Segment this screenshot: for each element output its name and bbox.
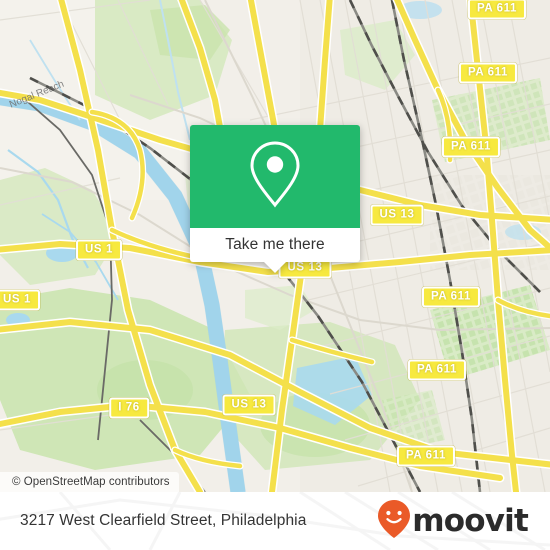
road-shield: US 1 <box>76 239 122 261</box>
road-shield: PA 611 <box>441 136 501 158</box>
map-viewport[interactable]: Nogal Reach PA 611 PA 611 PA 611 US 13 U… <box>0 0 550 492</box>
road-shield: US 13 <box>370 204 424 226</box>
address-label: 3217 West Clearfield Street, Philadelphi… <box>20 512 307 529</box>
moovit-wordmark: moovit <box>412 503 529 539</box>
road-shield: I 76 <box>109 397 149 419</box>
road-shield: US 13 <box>222 394 276 416</box>
footer-bar: 3217 West Clearfield Street, Philadelphi… <box>0 492 550 550</box>
osm-attribution[interactable]: © OpenStreetMap contributors <box>0 472 179 492</box>
location-callout-card[interactable]: Take me there <box>190 125 360 273</box>
map-screenshot-root: Nogal Reach PA 611 PA 611 PA 611 US 13 U… <box>0 0 550 550</box>
road-shield: PA 611 <box>458 62 518 84</box>
road-shield: PA 611 <box>407 359 467 381</box>
map-pin-icon <box>247 139 303 214</box>
road-shield: PA 611 <box>421 286 481 308</box>
callout-pointer <box>264 262 286 273</box>
moovit-pin-icon <box>377 499 411 544</box>
take-me-there-label: Take me there <box>225 236 325 253</box>
callout-pin-area <box>190 125 360 228</box>
road-shield: PA 611 <box>396 445 456 467</box>
moovit-logo[interactable]: moovit <box>377 499 529 544</box>
callout-action-bar[interactable]: Take me there <box>190 228 360 273</box>
road-shield: US 1 <box>0 289 40 311</box>
road-shield: PA 611 <box>467 0 527 20</box>
